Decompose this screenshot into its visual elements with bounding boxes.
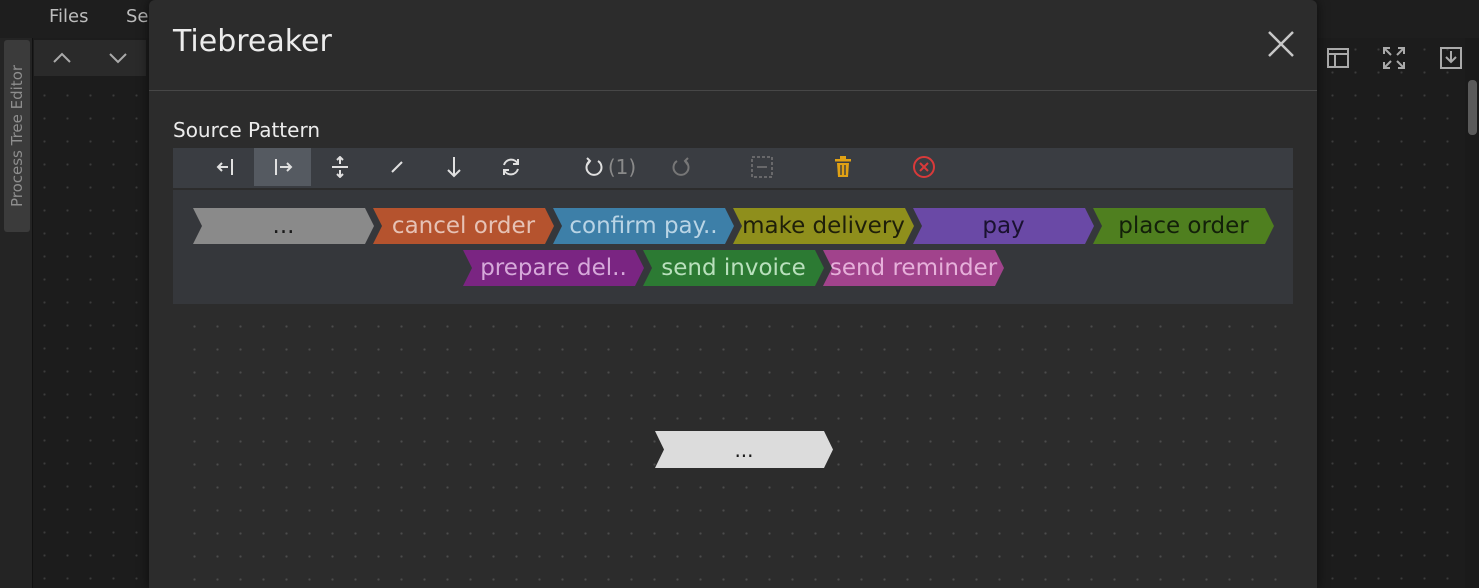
insert-left-icon <box>216 159 233 175</box>
refresh-button[interactable] <box>482 148 539 186</box>
process-tree-editor-tab[interactable]: Process Tree Editor <box>4 40 30 232</box>
activity-chip-ellipsis[interactable]: ... <box>193 208 374 244</box>
process-tree-editor-tab-label: Process Tree Editor <box>8 64 26 208</box>
layout-icon <box>1327 48 1349 68</box>
arrow-down-icon <box>446 157 461 178</box>
close-button[interactable] <box>1263 26 1299 62</box>
remove-circle-icon <box>912 156 935 178</box>
trash-icon <box>834 156 851 177</box>
menu-files[interactable]: Files <box>49 6 89 27</box>
chevron-up-icon <box>53 52 71 63</box>
chevron-down-icon <box>109 53 127 64</box>
undo-button[interactable]: (1) <box>575 148 645 186</box>
activity-chip-send-reminder[interactable]: send reminder <box>823 250 1004 286</box>
edit-button[interactable] <box>368 148 425 186</box>
redo-button[interactable] <box>652 148 709 186</box>
fit-screen-button[interactable] <box>1379 44 1409 72</box>
expand-arrows-icon <box>1383 47 1405 69</box>
activity-chip-prepare-delivery[interactable]: prepare del.. <box>463 250 644 286</box>
activity-chip-label: send reminder <box>829 255 998 281</box>
left-sidebar: Process Tree Editor <box>0 38 33 588</box>
insert-right-icon <box>274 159 292 175</box>
activity-chip-label: ... <box>272 213 295 239</box>
undo-icon <box>585 157 603 176</box>
activity-chip-cancel-order[interactable]: cancel order <box>373 208 554 244</box>
activity-chip-label: cancel order <box>391 213 536 239</box>
dialog-title: Tiebreaker <box>173 24 332 59</box>
root-node-label: ... <box>734 437 754 462</box>
activity-chip-place-order[interactable]: place order <box>1093 208 1274 244</box>
navigate-up-button[interactable] <box>34 40 90 76</box>
activity-chip-send-invoice[interactable]: send invoice <box>643 250 824 286</box>
undo-count: (1) <box>607 155 637 179</box>
pattern-toolbar: (1) <box>173 148 1293 188</box>
activity-chip-label: prepare del.. <box>480 255 627 281</box>
collapse-icon <box>750 156 773 178</box>
delete-button[interactable] <box>814 148 871 186</box>
navigate-down-button[interactable] <box>90 40 146 76</box>
root-node[interactable]: ... <box>655 431 833 468</box>
dialog-header: Tiebreaker <box>149 0 1317 91</box>
activity-chip-label: place order <box>1118 213 1249 239</box>
layout-button[interactable] <box>1323 44 1353 72</box>
activity-chip-make-delivery[interactable]: make delivery <box>733 208 914 244</box>
source-pattern-label: Source Pattern <box>173 118 321 142</box>
close-icon <box>1268 31 1294 57</box>
activity-chip-pay[interactable]: pay <box>913 208 1094 244</box>
tiebreaker-dialog: Tiebreaker Source Pattern (1) ... cancel… <box>149 0 1317 588</box>
edit-line-icon <box>390 161 403 173</box>
refresh-icon <box>502 158 519 176</box>
download-button[interactable] <box>1436 44 1466 72</box>
download-icon <box>1440 47 1462 69</box>
activity-chip-label: confirm pay.. <box>569 213 718 239</box>
move-down-button[interactable] <box>425 148 482 186</box>
collapse-button[interactable] <box>733 148 790 186</box>
insert-right-button[interactable] <box>254 148 311 186</box>
expand-vertical-icon <box>331 156 348 178</box>
scrollbar-thumb[interactable] <box>1468 80 1477 135</box>
activity-chip-label: pay <box>982 213 1025 239</box>
expand-vertical-button[interactable] <box>311 148 368 186</box>
insert-left-button[interactable] <box>197 148 254 186</box>
menu-second[interactable]: Se <box>126 6 149 27</box>
activity-chip-label: make delivery <box>742 213 905 239</box>
remove-button[interactable] <box>895 148 952 186</box>
source-pattern-area <box>173 190 1293 304</box>
scrollbar-track[interactable] <box>1465 38 1479 588</box>
activity-chip-label: send invoice <box>661 255 806 281</box>
activity-chip-confirm-payment[interactable]: confirm pay.. <box>553 208 734 244</box>
redo-icon <box>672 157 689 176</box>
